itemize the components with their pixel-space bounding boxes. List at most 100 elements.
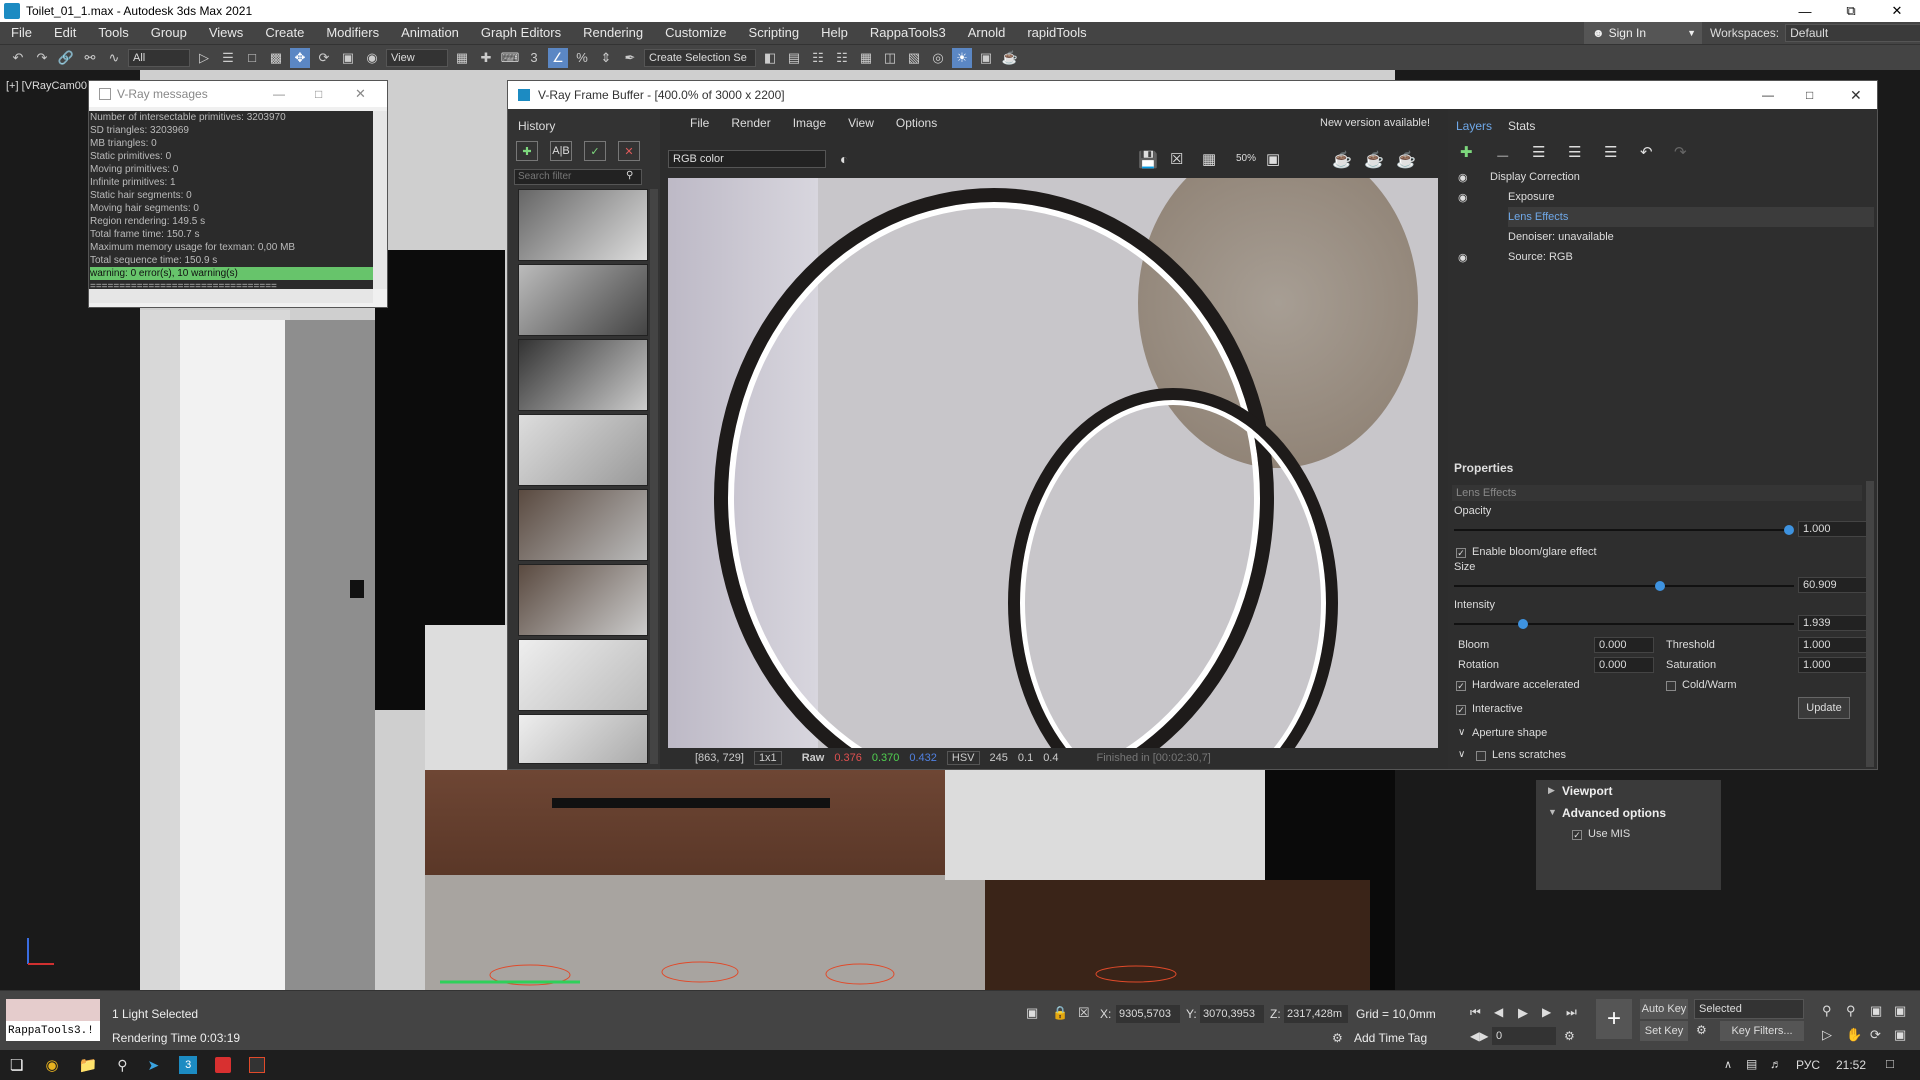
language-indicator[interactable]: РУС (1796, 1058, 1820, 1072)
menu-views[interactable]: Views (198, 22, 254, 44)
menu-tools[interactable]: Tools (87, 22, 139, 44)
stop-render-icon[interactable]: ☕ (1364, 150, 1384, 170)
scale-icon[interactable]: ▣ (338, 48, 358, 68)
saturation-field[interactable]: 1.000 (1798, 657, 1868, 673)
snap-toggle-icon[interactable]: 3 (524, 48, 544, 68)
vertical-scrollbar[interactable] (373, 111, 387, 289)
advanced-options-rollout[interactable]: Advanced options (1562, 806, 1666, 820)
track-mouse-icon[interactable]: ▣ (1266, 150, 1280, 168)
bind-spacewarp-icon[interactable]: ∿ (104, 48, 124, 68)
close-icon[interactable]: ✕ (1850, 87, 1862, 104)
opacity-field[interactable]: 1.000 (1798, 521, 1868, 537)
windows-start-icon[interactable]: ❏ (10, 1056, 23, 1074)
size-slider[interactable] (1454, 581, 1794, 591)
aperture-shape-label[interactable]: Aperture shape (1472, 727, 1547, 739)
ref-coord-select[interactable]: View (386, 48, 448, 67)
named-selection-select[interactable]: Create Selection Se (644, 48, 756, 67)
render-production-icon[interactable]: ☕ (1000, 48, 1020, 68)
add-time-tag-icon[interactable]: ⚙ (1332, 1031, 1343, 1045)
notifications-icon[interactable]: □ (1886, 1056, 1894, 1071)
lock-icon[interactable]: 🔒 (1052, 1005, 1068, 1021)
clear-image-icon[interactable]: ☒ (1170, 150, 1183, 168)
minimize-icon[interactable]: — (1762, 88, 1774, 102)
unlink-icon[interactable]: ⚯ (80, 48, 100, 68)
restore-icon[interactable]: ⧉ (1828, 0, 1874, 22)
slider-knob[interactable] (1655, 581, 1666, 591)
workspaces-select[interactable]: Default (1785, 24, 1920, 42)
save-layers-icon[interactable]: ☰ (1532, 143, 1545, 161)
chevron-down-icon[interactable]: ▼ (1548, 807, 1557, 817)
opacity-slider[interactable] (1454, 525, 1794, 535)
rendered-frame-window-icon[interactable]: ▣ (976, 48, 996, 68)
history-thumbnail[interactable] (518, 564, 648, 636)
render-image[interactable] (668, 178, 1438, 748)
clock[interactable]: 21:52 (1836, 1058, 1866, 1072)
recorder-icon[interactable] (215, 1057, 232, 1073)
menu-file[interactable]: File (0, 22, 43, 44)
spinner-snap-icon[interactable]: ⇕ (596, 48, 616, 68)
3dsmax-taskbar-icon[interactable]: 3 (179, 1056, 198, 1074)
history-search-input[interactable]: Search filter (514, 169, 642, 185)
maximize-viewport-icon[interactable]: ▣ (1894, 1027, 1906, 1043)
undo-icon[interactable]: ↶ (1640, 143, 1653, 161)
transform-mode-icon[interactable]: ☒ (1078, 1005, 1090, 1021)
history-thumbnail[interactable] (518, 414, 648, 486)
history-load-icon[interactable]: ✓ (584, 141, 606, 161)
eye-icon[interactable]: ◉ (1458, 191, 1468, 204)
redo-icon[interactable]: ↷ (1674, 143, 1687, 161)
eye-icon[interactable]: ◉ (1458, 171, 1468, 184)
place-icon[interactable]: ◉ (362, 48, 382, 68)
pan-icon[interactable]: ✋ (1846, 1027, 1862, 1043)
scene-explorer-icon[interactable]: ☷ (808, 48, 828, 68)
play-icon[interactable]: ▶ (1518, 1005, 1528, 1021)
viewport-rollout[interactable]: Viewport (1562, 784, 1612, 798)
render-interactive-icon[interactable]: ☕ (1332, 150, 1352, 170)
link-icon[interactable]: 🔗 (56, 48, 76, 68)
layer-lens-effects[interactable]: Lens Effects (1508, 207, 1568, 227)
menu-group[interactable]: Group (140, 22, 198, 44)
size-field[interactable]: 60.909 (1798, 577, 1868, 593)
render-setup-icon[interactable]: ☀ (952, 47, 972, 68)
remove-layer-icon[interactable]: ⚊ (1496, 143, 1509, 161)
rotate-icon[interactable]: ⟳ (314, 48, 334, 68)
set-key-big-button[interactable]: + (1596, 999, 1632, 1039)
tab-stats[interactable]: Stats (1508, 119, 1535, 133)
use-mis-checkbox[interactable]: ✓ (1572, 830, 1582, 840)
region-render-icon[interactable]: ▦ (1202, 150, 1216, 168)
auto-key-button[interactable]: Auto Key (1640, 999, 1688, 1019)
chevron-down-icon[interactable]: ∨ (1458, 749, 1465, 760)
menu-help[interactable]: Help (810, 22, 859, 44)
maximize-icon[interactable]: □ (1806, 88, 1813, 102)
chrome-icon[interactable]: ◉ (45, 1056, 58, 1074)
isolate-icon[interactable]: ▣ (1026, 1005, 1038, 1021)
menu-graph-editors[interactable]: Graph Editors (470, 22, 572, 44)
close-icon[interactable]: ✕ (355, 86, 366, 102)
vfb-menu-image[interactable]: Image (793, 113, 826, 133)
key-filters-icon[interactable]: ⚙ (1696, 1023, 1707, 1037)
history-remove-icon[interactable]: ✕ (618, 141, 640, 161)
chevron-right-icon[interactable]: ▶ (1548, 785, 1555, 796)
move-icon[interactable]: ✥ (290, 47, 310, 68)
vfb-titlebar[interactable]: V-Ray Frame Buffer - [400.0% of 3000 x 2… (508, 81, 1877, 109)
layer-display-correction[interactable]: Display Correction (1490, 167, 1580, 187)
menu-modifiers[interactable]: Modifiers (315, 22, 390, 44)
app-icon[interactable] (249, 1057, 266, 1073)
history-thumbnail[interactable] (518, 189, 648, 261)
menu-animation[interactable]: Animation (390, 22, 470, 44)
maximize-icon[interactable]: □ (315, 87, 322, 101)
vray-messages-log[interactable]: Number of intersectable primitives: 3203… (89, 111, 373, 289)
zoom-extents-all-icon[interactable]: ▣ (1894, 1003, 1906, 1019)
vfb-menu-file[interactable]: File (690, 113, 709, 133)
menu-create[interactable]: Create (254, 22, 315, 44)
rotation-field[interactable]: 0.000 (1594, 657, 1654, 673)
tray-chevron-icon[interactable]: ∧ (1724, 1058, 1732, 1071)
previous-frame-icon[interactable]: ◀ (1494, 1005, 1503, 1019)
layer-exposure[interactable]: Exposure (1508, 187, 1554, 207)
history-thumbnail[interactable] (518, 639, 648, 711)
history-thumbnail[interactable] (518, 264, 648, 336)
menu-edit[interactable]: Edit (43, 22, 87, 44)
edit-named-selection-icon[interactable]: ✒ (620, 48, 640, 68)
x-coord-field[interactable]: 9305,5703 (1116, 1005, 1180, 1023)
curve-editor-icon[interactable]: ◫ (880, 48, 900, 68)
layer-denoiser[interactable]: Denoiser: unavailable (1508, 227, 1614, 247)
